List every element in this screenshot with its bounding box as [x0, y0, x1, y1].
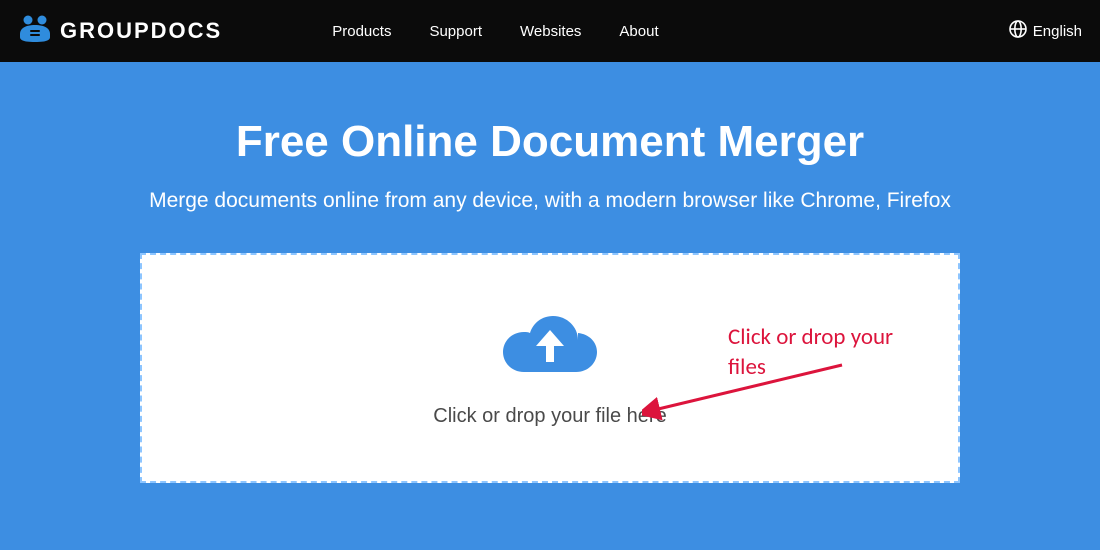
annotation-arrow-icon [642, 355, 852, 425]
nav-about[interactable]: About [619, 23, 658, 40]
navbar: GROUPDOCS Products Support Websites Abou… [0, 0, 1100, 62]
annotation-label: Click or drop your files [728, 323, 928, 383]
nav-products[interactable]: Products [332, 23, 391, 40]
groupdocs-icon [18, 14, 52, 49]
nav-websites[interactable]: Websites [520, 23, 581, 40]
page-subtitle: Merge documents online from any device, … [40, 189, 1060, 213]
page-title: Free Online Document Merger [40, 117, 1060, 167]
language-selector[interactable]: English [1009, 20, 1082, 42]
file-dropzone[interactable]: Click or drop your file here Click or dr… [140, 253, 960, 483]
nav-support[interactable]: Support [429, 23, 482, 40]
globe-icon [1009, 20, 1027, 42]
language-label: English [1033, 23, 1082, 40]
nav-links: Products Support Websites About [332, 23, 658, 40]
cloud-upload-icon [502, 308, 598, 383]
dropzone-text: Click or drop your file here [433, 405, 666, 428]
brand-logo[interactable]: GROUPDOCS [18, 14, 222, 49]
brand-text: GROUPDOCS [60, 18, 222, 44]
hero: Free Online Document Merger Merge docume… [0, 62, 1100, 483]
